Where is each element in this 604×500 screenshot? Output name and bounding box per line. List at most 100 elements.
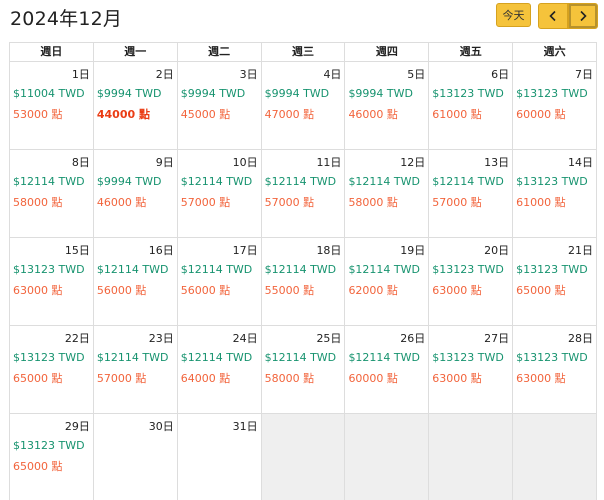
calendar-day-cell[interactable]: 5日 $9994 TWD 46000 點 — [345, 62, 430, 150]
day-points: 46000 點 — [348, 108, 398, 121]
day-points: 47000 點 — [264, 108, 315, 121]
day-points: 65000 點 — [516, 284, 566, 297]
day-price: $12114 TWD — [348, 263, 420, 276]
calendar-week-row: 29日 $13123 TWD 65000 點 30日 31日 — [10, 414, 598, 500]
day-number: 1日 — [71, 68, 90, 81]
day-points: 63000 點 — [516, 372, 566, 385]
day-number: 23日 — [148, 332, 174, 345]
weekday-tue: 週二 — [177, 43, 262, 62]
day-points: 58000 點 — [348, 196, 398, 209]
calendar-day-cell[interactable]: 1日 $11004 TWD 53000 點 — [10, 62, 94, 150]
day-price: $9994 TWD — [96, 175, 162, 188]
chevron-left-icon — [549, 10, 556, 22]
day-number: 3日 — [239, 68, 258, 81]
day-points: 57000 點 — [264, 196, 315, 209]
today-button[interactable]: 今天 — [496, 3, 531, 27]
day-price: $13123 TWD — [516, 351, 588, 364]
day-number: 15日 — [64, 244, 90, 257]
calendar-day-empty — [345, 414, 430, 500]
day-number: 24日 — [232, 332, 258, 345]
day-number: 31日 — [232, 420, 258, 433]
day-number: 9日 — [155, 156, 174, 169]
day-number: 18日 — [316, 244, 342, 257]
calendar-day-cell[interactable]: 12日 $12114 TWD 58000 點 — [345, 150, 430, 238]
calendar-day-cell[interactable]: 23日 $12114 TWD 57000 點 — [93, 326, 178, 414]
day-points: 53000 點 — [13, 108, 63, 121]
day-price: $13123 TWD — [13, 263, 85, 276]
day-number: 19日 — [400, 244, 426, 257]
calendar-day-empty — [261, 414, 346, 500]
day-price: $9994 TWD — [264, 87, 330, 100]
calendar-day-empty — [429, 414, 514, 500]
day-number: 2日 — [155, 68, 174, 81]
day-number: 12日 — [400, 156, 426, 169]
calendar-day-cell[interactable]: 4日 $9994 TWD 47000 點 — [261, 62, 346, 150]
weekday-sun: 週日 — [10, 43, 94, 62]
calendar-day-cell[interactable]: 19日 $12114 TWD 62000 點 — [345, 238, 430, 326]
day-points: 57000 點 — [180, 196, 231, 209]
calendar-day-cell[interactable]: 9日 $9994 TWD 46000 點 — [93, 150, 178, 238]
day-price: $13123 TWD — [432, 263, 504, 276]
day-price: $13123 TWD — [516, 87, 588, 100]
day-price: $12114 TWD — [96, 263, 169, 276]
day-points: 63000 點 — [13, 284, 63, 297]
day-number: 20日 — [484, 244, 510, 257]
calendar-day-cell[interactable]: 31日 — [178, 414, 262, 500]
calendar-week-row: 22日 $13123 TWD 65000 點 23日 $12114 TWD 57000 點… — [10, 326, 598, 414]
calendar-week-row: 15日 $13123 TWD 63000 點 16日 $12114 TWD 56000 點… — [10, 238, 598, 326]
calendar-day-cell[interactable]: 3日 $9994 TWD 45000 點 — [177, 62, 262, 150]
calendar-day-cell[interactable]: 10日 $12114 TWD 57000 點 — [177, 150, 262, 238]
day-price: $12114 TWD — [180, 263, 253, 276]
calendar-week-row: 1日 $11004 TWD 53000 點 2日 $9994 TWD 44000 點 3日 $… — [10, 62, 598, 150]
calendar-day-cell[interactable]: 21日 $13123 TWD 65000 點 — [513, 238, 598, 326]
calendar-day-cell[interactable]: 30日 — [94, 414, 178, 500]
month-title: 2024年12月 — [10, 8, 123, 30]
calendar-grid: 週日 週一 週二 週三 週四 週五 週六 1日 $11004 TWD 53000 點… — [9, 42, 598, 500]
calendar-day-cell[interactable]: 7日 $13123 TWD 60000 點 — [513, 62, 598, 150]
calendar-day-cell[interactable]: 24日 $12114 TWD 64000 點 — [177, 326, 262, 414]
day-price: $12114 TWD — [348, 175, 420, 188]
calendar-day-cell[interactable]: 16日 $12114 TWD 56000 點 — [93, 238, 178, 326]
calendar-day-cell[interactable]: 8日 $12114 TWD 58000 點 — [10, 150, 94, 238]
calendar-day-cell[interactable]: 27日 $13123 TWD 63000 點 — [429, 326, 514, 414]
day-number: 26日 — [400, 332, 426, 345]
day-price: $12114 TWD — [348, 351, 420, 364]
calendar-day-cell[interactable]: 15日 $13123 TWD 63000 點 — [10, 238, 94, 326]
calendar-day-cell[interactable]: 17日 $12114 TWD 56000 點 — [177, 238, 262, 326]
calendar-day-cell[interactable]: 26日 $12114 TWD 60000 點 — [345, 326, 430, 414]
day-number: 29日 — [64, 420, 90, 433]
calendar-day-cell[interactable]: 20日 $13123 TWD 63000 點 — [429, 238, 514, 326]
calendar-day-cell[interactable]: 28日 $13123 TWD 63000 點 — [513, 326, 598, 414]
day-price: $12114 TWD — [432, 175, 504, 188]
day-number: 22日 — [64, 332, 90, 345]
calendar-day-cell[interactable]: 14日 $13123 TWD 61000 點 — [513, 150, 598, 238]
chevron-right-icon — [580, 10, 587, 22]
day-points: 65000 點 — [13, 372, 63, 385]
prev-month-button[interactable] — [538, 3, 568, 29]
day-number: 27日 — [484, 332, 510, 345]
calendar-day-cell[interactable]: 13日 $12114 TWD 57000 點 — [429, 150, 514, 238]
day-number: 11日 — [316, 156, 342, 169]
calendar-week-row: 8日 $12114 TWD 58000 點 9日 $9994 TWD 46000 點 10日… — [10, 150, 598, 238]
calendar-day-cell[interactable]: 11日 $12114 TWD 57000 點 — [261, 150, 346, 238]
calendar-day-cell[interactable]: 25日 $12114 TWD 58000 點 — [261, 326, 346, 414]
day-points: 65000 點 — [13, 460, 63, 473]
day-price: $13123 TWD — [432, 87, 504, 100]
day-price: $9994 TWD — [348, 87, 413, 100]
day-points: 58000 點 — [13, 196, 63, 209]
calendar-day-cell[interactable]: 6日 $13123 TWD 61000 點 — [429, 62, 514, 150]
day-points: 60000 點 — [516, 108, 566, 121]
weekday-wed: 週三 — [261, 43, 346, 62]
day-points: 63000 點 — [432, 372, 482, 385]
calendar-day-cell[interactable]: 18日 $12114 TWD 55000 點 — [261, 238, 346, 326]
calendar-day-cell[interactable]: 29日 $13123 TWD 65000 點 — [10, 414, 94, 500]
day-price: $12114 TWD — [180, 351, 253, 364]
day-number: 8日 — [71, 156, 90, 169]
day-price: $11004 TWD — [13, 87, 85, 100]
next-month-button[interactable] — [568, 3, 598, 29]
calendar-day-cell[interactable]: 2日 $9994 TWD 44000 點 — [93, 62, 178, 150]
day-points: 45000 點 — [180, 108, 231, 121]
weekday-sat: 週六 — [513, 43, 598, 62]
calendar-day-cell[interactable]: 22日 $13123 TWD 65000 點 — [10, 326, 94, 414]
day-points: 64000 點 — [180, 372, 231, 385]
